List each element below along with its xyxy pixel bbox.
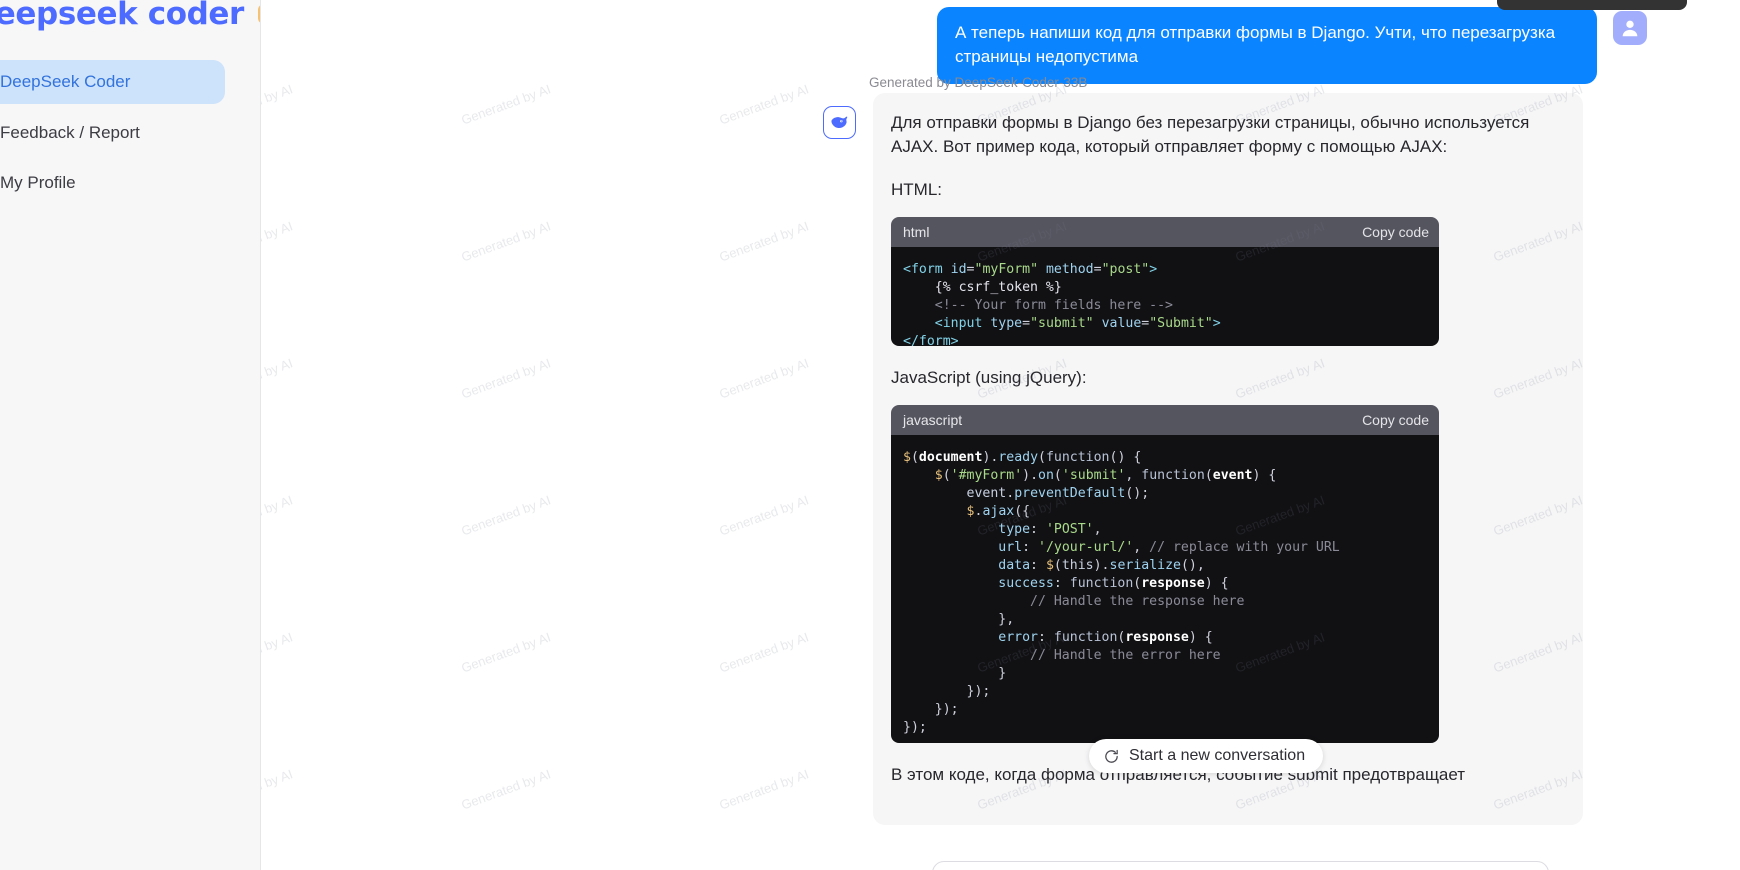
app-root: deepseek coder Alpha DeepSeek Coder Feed… [0,0,1740,870]
sidebar-item-deepseek-coder[interactable]: DeepSeek Coder [0,60,225,104]
code-language-label: javascript [903,412,963,429]
copy-code-button[interactable]: Copy code [1362,412,1429,428]
user-avatar [1613,11,1647,45]
top-tooltip-pill [1497,0,1687,10]
user-message-bubble: А теперь напиши код для отправки формы в… [937,7,1597,85]
javascript-section-label: JavaScript (using jQuery): [891,367,1087,387]
refresh-icon [1105,749,1118,763]
code-language-label: html [903,223,930,240]
main-content: А теперь напиши код для отправки формы в… [261,0,1740,870]
whale-icon [831,116,848,129]
sidebar: deepseek coder Alpha DeepSeek Coder Feed… [0,0,261,870]
start-new-conversation-button[interactable]: Start a new conversation [1089,739,1324,773]
assistant-message-row: Для отправки формы в Django без перезагр… [823,93,1583,826]
conversation-thread: А теперь напиши код для отправки формы в… [261,0,1740,870]
code-block-header: html Copy code [891,216,1439,247]
code-block-html: html Copy code <form id="myForm" method=… [891,216,1439,346]
sidebar-item-label: My Profile [0,173,76,192]
person-icon [1622,20,1638,37]
generated-by-caption: Generated by DeepSeek-Coder-33B [869,75,1088,90]
code-block-body[interactable]: $(document).ready(function() { $('#myFor… [891,435,1439,744]
sidebar-item-label: Feedback / Report [0,123,140,142]
sidebar-item-label: DeepSeek Coder [0,72,131,91]
message-composer[interactable] [932,861,1549,870]
assistant-intro-paragraph: Для отправки формы в Django без перезагр… [891,113,1530,157]
brand: deepseek coder Alpha [0,0,260,32]
sidebar-item-feedback-report[interactable]: Feedback / Report [0,111,225,155]
code-block-javascript: javascript Copy code $(document).ready(f… [891,405,1439,744]
sidebar-item-my-profile[interactable]: My Profile [0,161,225,205]
brand-name: deepseek coder [0,0,244,32]
assistant-message-bubble: Для отправки формы в Django без перезагр… [873,93,1583,826]
deepseek-whale-avatar [823,106,856,139]
html-section-label: HTML: [891,179,942,199]
code-block-body[interactable]: <form id="myForm" method="post"> {% csrf… [891,246,1439,346]
start-new-conversation-label: Start a new conversation [1129,747,1306,764]
copy-code-button[interactable]: Copy code [1362,224,1429,240]
code-block-header: javascript Copy code [891,405,1439,436]
user-message-row: А теперь напиши код для отправки формы в… [261,7,1740,85]
